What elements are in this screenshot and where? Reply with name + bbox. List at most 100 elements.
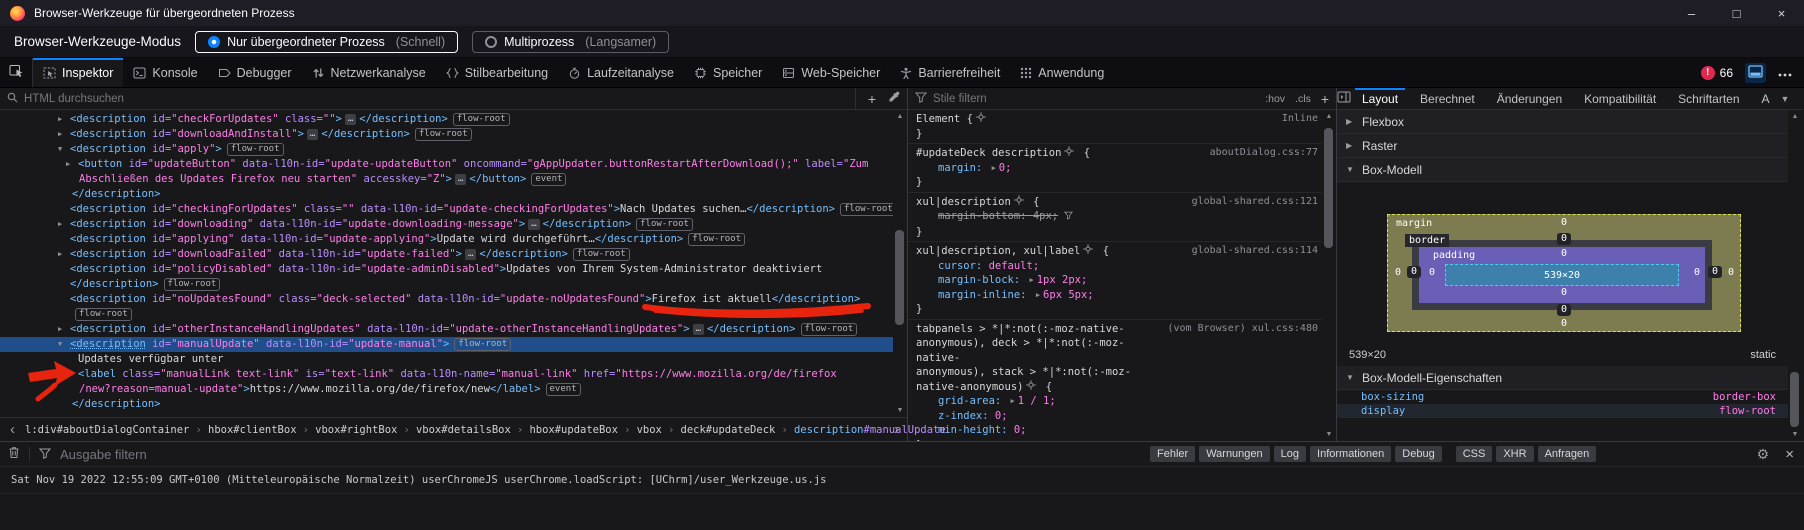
collapsed-ellipsis[interactable]: … (528, 219, 539, 230)
breadcrumb-next-icon[interactable]: › (890, 421, 903, 438)
close-button[interactable]: × (1759, 0, 1804, 26)
badge-flow-root[interactable]: flow-root (454, 338, 511, 351)
tab-barrierefreiheit[interactable]: Barrierefreiheit (890, 58, 1010, 87)
minimize-button[interactable]: – (1669, 0, 1714, 26)
markup-row[interactable]: Abschließen des Updates Firefox neu star… (0, 172, 893, 187)
breadcrumb-item[interactable]: hbox#updateBox (523, 424, 624, 436)
console-filter-input[interactable]: Ausgabe filtern (60, 447, 147, 462)
tab-konsole[interactable]: Konsole (123, 58, 207, 87)
sidebar-scrollbar[interactable]: ▲ ▼ (1788, 110, 1802, 441)
console-filter-debug[interactable]: Debug (1395, 446, 1441, 462)
tab-laufzeitanalyse[interactable]: Laufzeitanalyse (558, 58, 684, 87)
console-filter-fehler[interactable]: Fehler (1150, 446, 1195, 462)
expand-shorthand-icon[interactable]: ▶ (1036, 291, 1040, 299)
css-declaration[interactable]: margin: ▶0; (916, 161, 1318, 176)
css-declaration[interactable]: grid-area: ▶1 / 1; (916, 394, 1318, 409)
console-filter-log[interactable]: Log (1274, 446, 1306, 462)
rules-scrollbar[interactable]: ▲ ▼ (1322, 110, 1336, 441)
rule-source-link[interactable]: Inline (1274, 112, 1318, 127)
split-console-toggle[interactable] (1745, 63, 1766, 83)
badge-flow-root[interactable]: flow-root (453, 113, 510, 126)
console-filter-informationen[interactable]: Informationen (1310, 446, 1391, 462)
markup-row[interactable]: </description> (0, 397, 893, 412)
style-filter-input[interactable]: Stile filtern (933, 93, 987, 105)
overridden-filter-icon[interactable] (1064, 210, 1073, 225)
expand-arrow-icon[interactable]: ▶ (66, 157, 78, 172)
markup-row[interactable]: </description>flow-root (0, 277, 893, 292)
collapsed-ellipsis[interactable]: … (693, 324, 704, 335)
tab-anwendung[interactable]: Anwendung (1010, 58, 1114, 87)
css-declaration[interactable]: margin-inline: ▶6px 5px; (916, 288, 1318, 303)
sidebar-toggle-icon[interactable] (1337, 91, 1351, 106)
expand-arrow-icon[interactable]: ▶ (58, 127, 70, 142)
add-node-button[interactable]: + (868, 91, 876, 107)
markup-row[interactable]: ▶<description id="downloading" data-l10n… (0, 217, 893, 232)
breadcrumb-prev-icon[interactable]: ‹ (6, 421, 19, 438)
console-filter-xhr[interactable]: XHR (1496, 446, 1533, 462)
padding-bottom-value[interactable]: 0 (1561, 287, 1567, 298)
rule-source-link[interactable]: global-shared.css:114 (1184, 244, 1318, 259)
mode-option[interactable]: Nur übergeordneter Prozess(Schnell) (195, 31, 458, 53)
sidebar-tab-kompatibilität[interactable]: Kompatibilität (1573, 88, 1667, 109)
rule-source-link[interactable]: aboutDialog.css:77 (1202, 146, 1318, 161)
property-row[interactable]: box-sizing border-box (1337, 390, 1788, 404)
padding-left-value[interactable]: 0 (1429, 267, 1435, 278)
border-bottom-value[interactable]: 0 (1557, 304, 1571, 316)
badge-flow-root[interactable]: flow-root (227, 143, 284, 156)
sidebar-tab-berechnet[interactable]: Berechnet (1409, 88, 1486, 109)
section-box-model-properties[interactable]: ▼ Box-Modell-Eigenschaften (1337, 366, 1788, 390)
section-grid[interactable]: ▶ Raster (1337, 134, 1788, 158)
border-top-value[interactable]: 0 (1557, 233, 1571, 245)
badge-flow-root[interactable]: flow-root (840, 203, 893, 216)
css-rule[interactable]: Element {Inline} (908, 110, 1322, 144)
badge-flow-root[interactable]: flow-root (573, 248, 630, 261)
css-declaration[interactable]: min-height: 0; (916, 423, 1318, 438)
expand-arrow-icon[interactable]: ▶ (58, 247, 70, 262)
markup-row[interactable]: /new?reason=manual-update">https://www.m… (0, 382, 893, 397)
breadcrumb-item[interactable]: l:div#aboutDialogContainer (19, 424, 195, 436)
markup-row[interactable]: ▶<button id="updateButton" data-l10n-id=… (0, 157, 893, 172)
markup-row[interactable]: <description id="checkingForUpdates" cla… (0, 202, 893, 217)
all-tabs-chevron-icon[interactable]: ▼ (1781, 94, 1804, 104)
console-filter-warnungen[interactable]: Warnungen (1199, 446, 1269, 462)
tab-inspektor[interactable]: Inspektor (33, 58, 123, 87)
expand-shorthand-icon[interactable]: ▶ (992, 164, 996, 172)
tab-netzwerkanalyse[interactable]: Netzwerkanalyse (302, 58, 436, 87)
section-box-model[interactable]: ▼ Box-Modell (1337, 158, 1788, 182)
collapsed-ellipsis[interactable]: … (455, 174, 466, 185)
add-rule-button[interactable]: + (1321, 91, 1329, 107)
rule-source-link[interactable]: global-shared.css:121 (1184, 195, 1318, 210)
badge-flow-root[interactable]: flow-root (636, 218, 693, 231)
tab-web-speicher[interactable]: Web-Speicher (772, 58, 890, 87)
markup-row[interactable]: <description id="applying" data-l10n-id=… (0, 232, 893, 247)
property-row[interactable]: display flow-root (1337, 404, 1788, 418)
css-rule[interactable]: xul|description, xul|label {global-share… (908, 242, 1322, 320)
margin-right-value[interactable]: 0 (1728, 267, 1734, 278)
sidebar-tab-layout[interactable]: Layout (1351, 88, 1409, 109)
margin-left-value[interactable]: 0 (1395, 267, 1401, 278)
expand-shorthand-icon[interactable]: ▶ (1030, 276, 1034, 284)
devtools-menu-button[interactable] (1778, 65, 1792, 80)
sidebar-tab-änderungen[interactable]: Änderungen (1486, 88, 1573, 109)
eyedropper-icon[interactable] (888, 91, 900, 106)
error-count-badge[interactable]: ! 66 (1701, 66, 1733, 80)
box-model-content[interactable]: 539×20 (1445, 264, 1679, 286)
expand-arrow-icon[interactable]: ▼ (58, 142, 70, 157)
margin-bottom-value[interactable]: 0 (1561, 318, 1567, 329)
tab-debugger[interactable]: Debugger (208, 58, 302, 87)
breadcrumb-item[interactable]: deck#updateDeck (675, 424, 782, 436)
css-declaration[interactable]: cursor: default; (916, 259, 1318, 274)
target-icon[interactable] (1064, 146, 1074, 161)
border-left-value[interactable]: 0 (1407, 266, 1421, 278)
target-icon[interactable] (976, 112, 986, 127)
css-rule[interactable]: tabpanels > *|*:not(:-moz-native-anonymo… (908, 320, 1322, 442)
class-toggle-button[interactable]: .cls (1295, 93, 1311, 105)
badge-event[interactable]: event (546, 383, 581, 396)
element-picker-button[interactable] (0, 58, 33, 87)
console-settings-icon[interactable]: ⚙ (1757, 446, 1770, 463)
console-log-entry[interactable]: Sat Nov 19 2022 12:55:09 GMT+0100 (Mitte… (0, 467, 1804, 494)
tab-speicher[interactable]: Speicher (684, 58, 772, 87)
breadcrumb-item[interactable]: vbox (631, 424, 668, 436)
markup-row[interactable]: Updates verfügbar unter (0, 352, 893, 367)
badge-event[interactable]: event (531, 173, 566, 186)
